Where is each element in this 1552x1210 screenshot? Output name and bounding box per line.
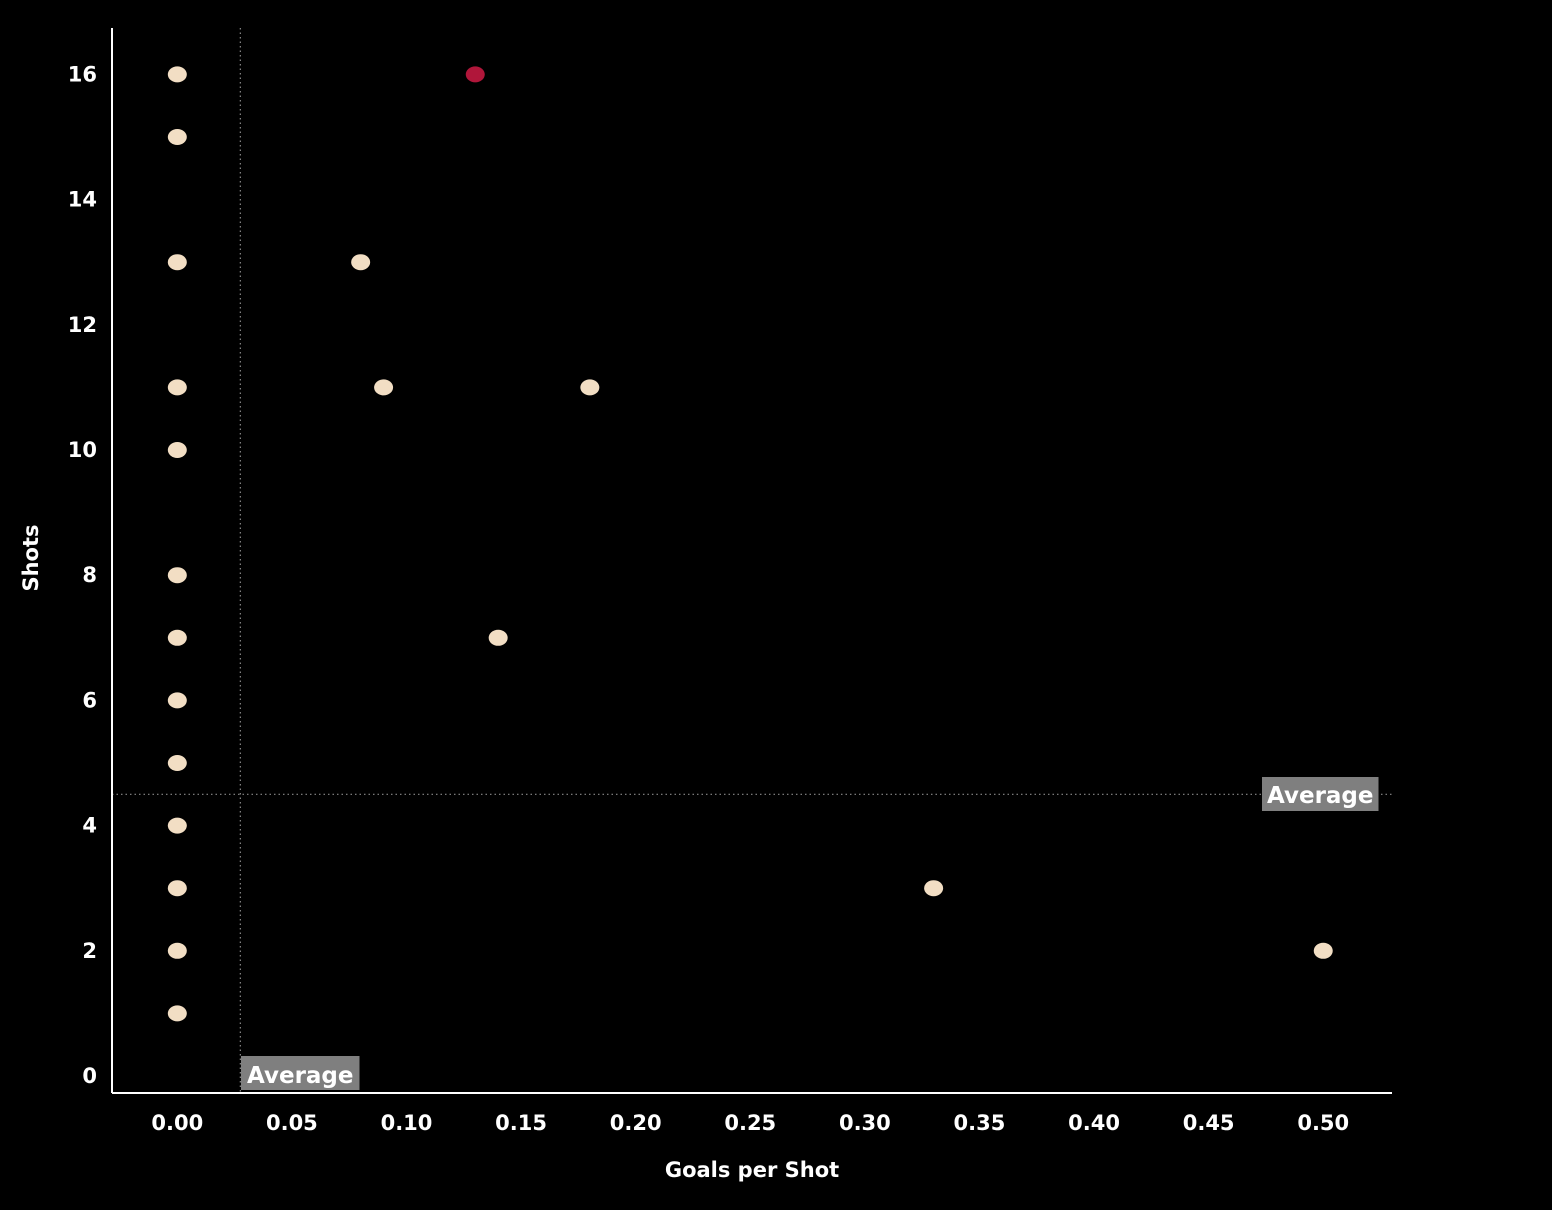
data-point[interactable] <box>167 692 187 709</box>
y-tick-label: 2 <box>82 939 97 963</box>
data-point[interactable] <box>167 66 187 83</box>
x-tick-label: 0.45 <box>1183 1111 1235 1135</box>
reference-lines <box>112 28 1392 1093</box>
data-point[interactable] <box>167 629 187 646</box>
y-tick-label: 0 <box>82 1064 97 1088</box>
y-tick-labels: 0 2 4 6 8 10 12 14 16 <box>68 62 97 1088</box>
x-tick-label: 0.15 <box>495 1111 547 1135</box>
data-point[interactable] <box>167 442 187 458</box>
highlighted-data-point[interactable] <box>465 66 485 83</box>
axes <box>111 28 1392 1094</box>
data-point[interactable] <box>167 942 187 959</box>
x-average-label-text: Average <box>247 1063 354 1089</box>
x-tick-labels: 0.00 0.05 0.10 0.15 0.20 0.25 0.30 0.35 0.40 0.45… <box>151 1111 1349 1135</box>
data-point[interactable] <box>580 379 600 396</box>
data-point[interactable] <box>374 379 394 396</box>
data-point[interactable] <box>167 379 187 396</box>
scatter-chart: 0246810121416 0.00 0.05 0.10 0.15 0.20 0.25 0.… <box>19 28 1392 1182</box>
y-tick-label: 16 <box>68 62 97 86</box>
data-point[interactable] <box>351 254 371 271</box>
y-tick-label: 4 <box>82 814 97 838</box>
data-point[interactable] <box>1313 942 1333 959</box>
x-tick-label: 0.05 <box>266 1111 318 1135</box>
x-tick-label: 0.50 <box>1297 1111 1349 1135</box>
y-tick-label: 6 <box>82 688 97 712</box>
x-tick-label: 0.20 <box>610 1111 662 1135</box>
data-point[interactable] <box>167 880 187 897</box>
x-tick-label: 0.35 <box>954 1111 1006 1135</box>
data-point[interactable] <box>167 254 187 271</box>
data-point[interactable] <box>167 817 187 834</box>
y-axis-title: Shots <box>19 524 43 591</box>
x-tick-label: 0.00 <box>151 1111 203 1135</box>
data-point[interactable] <box>924 880 944 897</box>
x-tick-label: 0.40 <box>1068 1111 1120 1135</box>
data-point[interactable] <box>167 755 187 771</box>
x-tick-label: 0.30 <box>839 1111 891 1135</box>
y-average-label-text: Average <box>1267 783 1374 809</box>
data-points <box>167 66 1333 1022</box>
x-tick-label: 0.25 <box>724 1111 776 1135</box>
x-tick-label: 0.10 <box>381 1111 433 1135</box>
y-tick-label: 14 <box>68 188 97 212</box>
data-point[interactable] <box>167 1005 187 1022</box>
data-point[interactable] <box>167 567 187 584</box>
y-tick-label: 12 <box>68 313 97 337</box>
y-average-label: Average <box>1262 777 1379 811</box>
data-point[interactable] <box>167 129 187 145</box>
y-tick-label: 10 <box>68 438 97 462</box>
x-axis-title: Goals per Shot <box>665 1158 839 1182</box>
data-point[interactable] <box>488 629 508 646</box>
y-tick-label: 8 <box>82 563 97 587</box>
x-average-label: Average <box>241 1056 360 1090</box>
